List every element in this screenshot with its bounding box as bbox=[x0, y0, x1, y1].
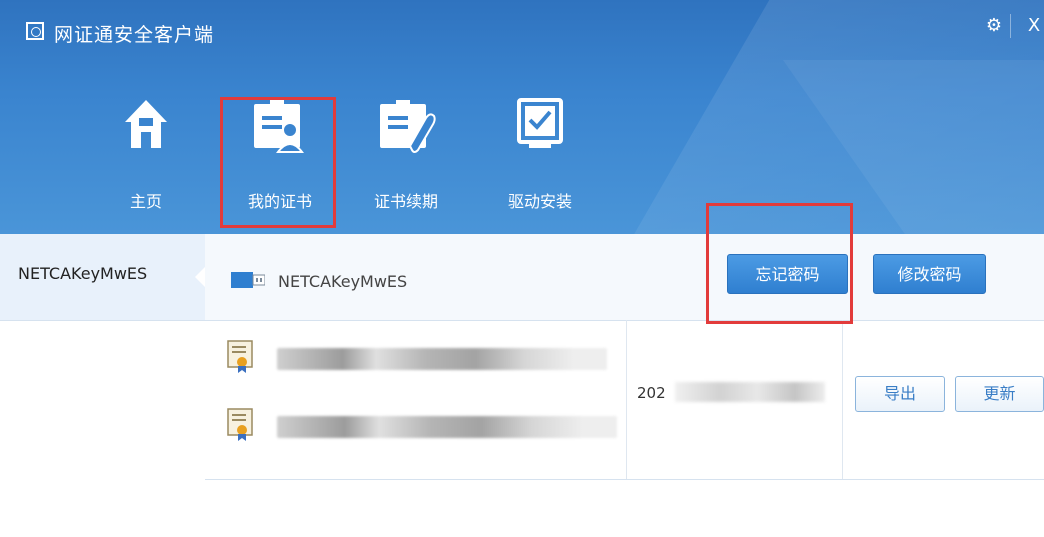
highlight-box-my-certificates bbox=[220, 97, 336, 228]
certificate-expiry-date: 202 bbox=[637, 384, 666, 402]
sidebar: NETCAKeyMwES bbox=[0, 234, 206, 537]
sidebar-item-label: NETCAKeyMwES bbox=[18, 264, 148, 283]
device-name: NETCAKeyMwES bbox=[278, 272, 408, 291]
main-panel: NETCAKeyMwES 忘记密码 修改密码 202 导出 更新 bbox=[205, 234, 1044, 537]
nav-certificate-renewal[interactable]: 证书续期 bbox=[346, 90, 466, 230]
certificate-renew-icon bbox=[380, 100, 436, 153]
device-bar: NETCAKeyMwES 忘记密码 修改密码 bbox=[205, 234, 1044, 321]
driver-install-icon bbox=[517, 98, 563, 148]
export-button[interactable]: 导出 bbox=[855, 376, 945, 412]
certificate-icon bbox=[227, 408, 253, 441]
app-header: 网证通安全客户端 ⚙ X 主页 我的证书 证书续期 驱动安装 bbox=[0, 0, 1044, 234]
redacted-certificate-name bbox=[277, 416, 617, 438]
usb-key-icon bbox=[231, 272, 265, 288]
redacted-expiry-date bbox=[675, 382, 825, 402]
certificate-table: 202 导出 更新 bbox=[205, 320, 1044, 480]
app-title: 网证通安全客户端 bbox=[54, 24, 215, 46]
certificate-row[interactable] bbox=[227, 340, 627, 380]
update-button[interactable]: 更新 bbox=[955, 376, 1044, 412]
nav-driver-install[interactable]: 驱动安装 bbox=[480, 90, 600, 230]
home-icon bbox=[125, 100, 167, 148]
change-password-button[interactable]: 修改密码 bbox=[873, 254, 986, 294]
redacted-certificate-name bbox=[277, 348, 607, 370]
window-button-divider bbox=[1010, 14, 1011, 38]
nav-label-driver-install: 驱动安装 bbox=[507, 192, 572, 211]
highlight-box-forgot-password bbox=[706, 203, 853, 324]
column-divider bbox=[842, 320, 843, 479]
nav-home[interactable]: 主页 bbox=[86, 90, 206, 230]
certificate-icon bbox=[227, 340, 253, 373]
close-button[interactable]: X bbox=[1018, 10, 1044, 42]
settings-gear-icon[interactable]: ⚙ bbox=[978, 10, 1010, 42]
nav-label-certificate-renewal: 证书续期 bbox=[373, 192, 438, 211]
nav-label-home: 主页 bbox=[129, 192, 162, 211]
app-logo-icon bbox=[26, 22, 44, 40]
sidebar-item-device[interactable]: NETCAKeyMwES bbox=[0, 234, 206, 321]
certificate-row[interactable] bbox=[227, 408, 627, 448]
